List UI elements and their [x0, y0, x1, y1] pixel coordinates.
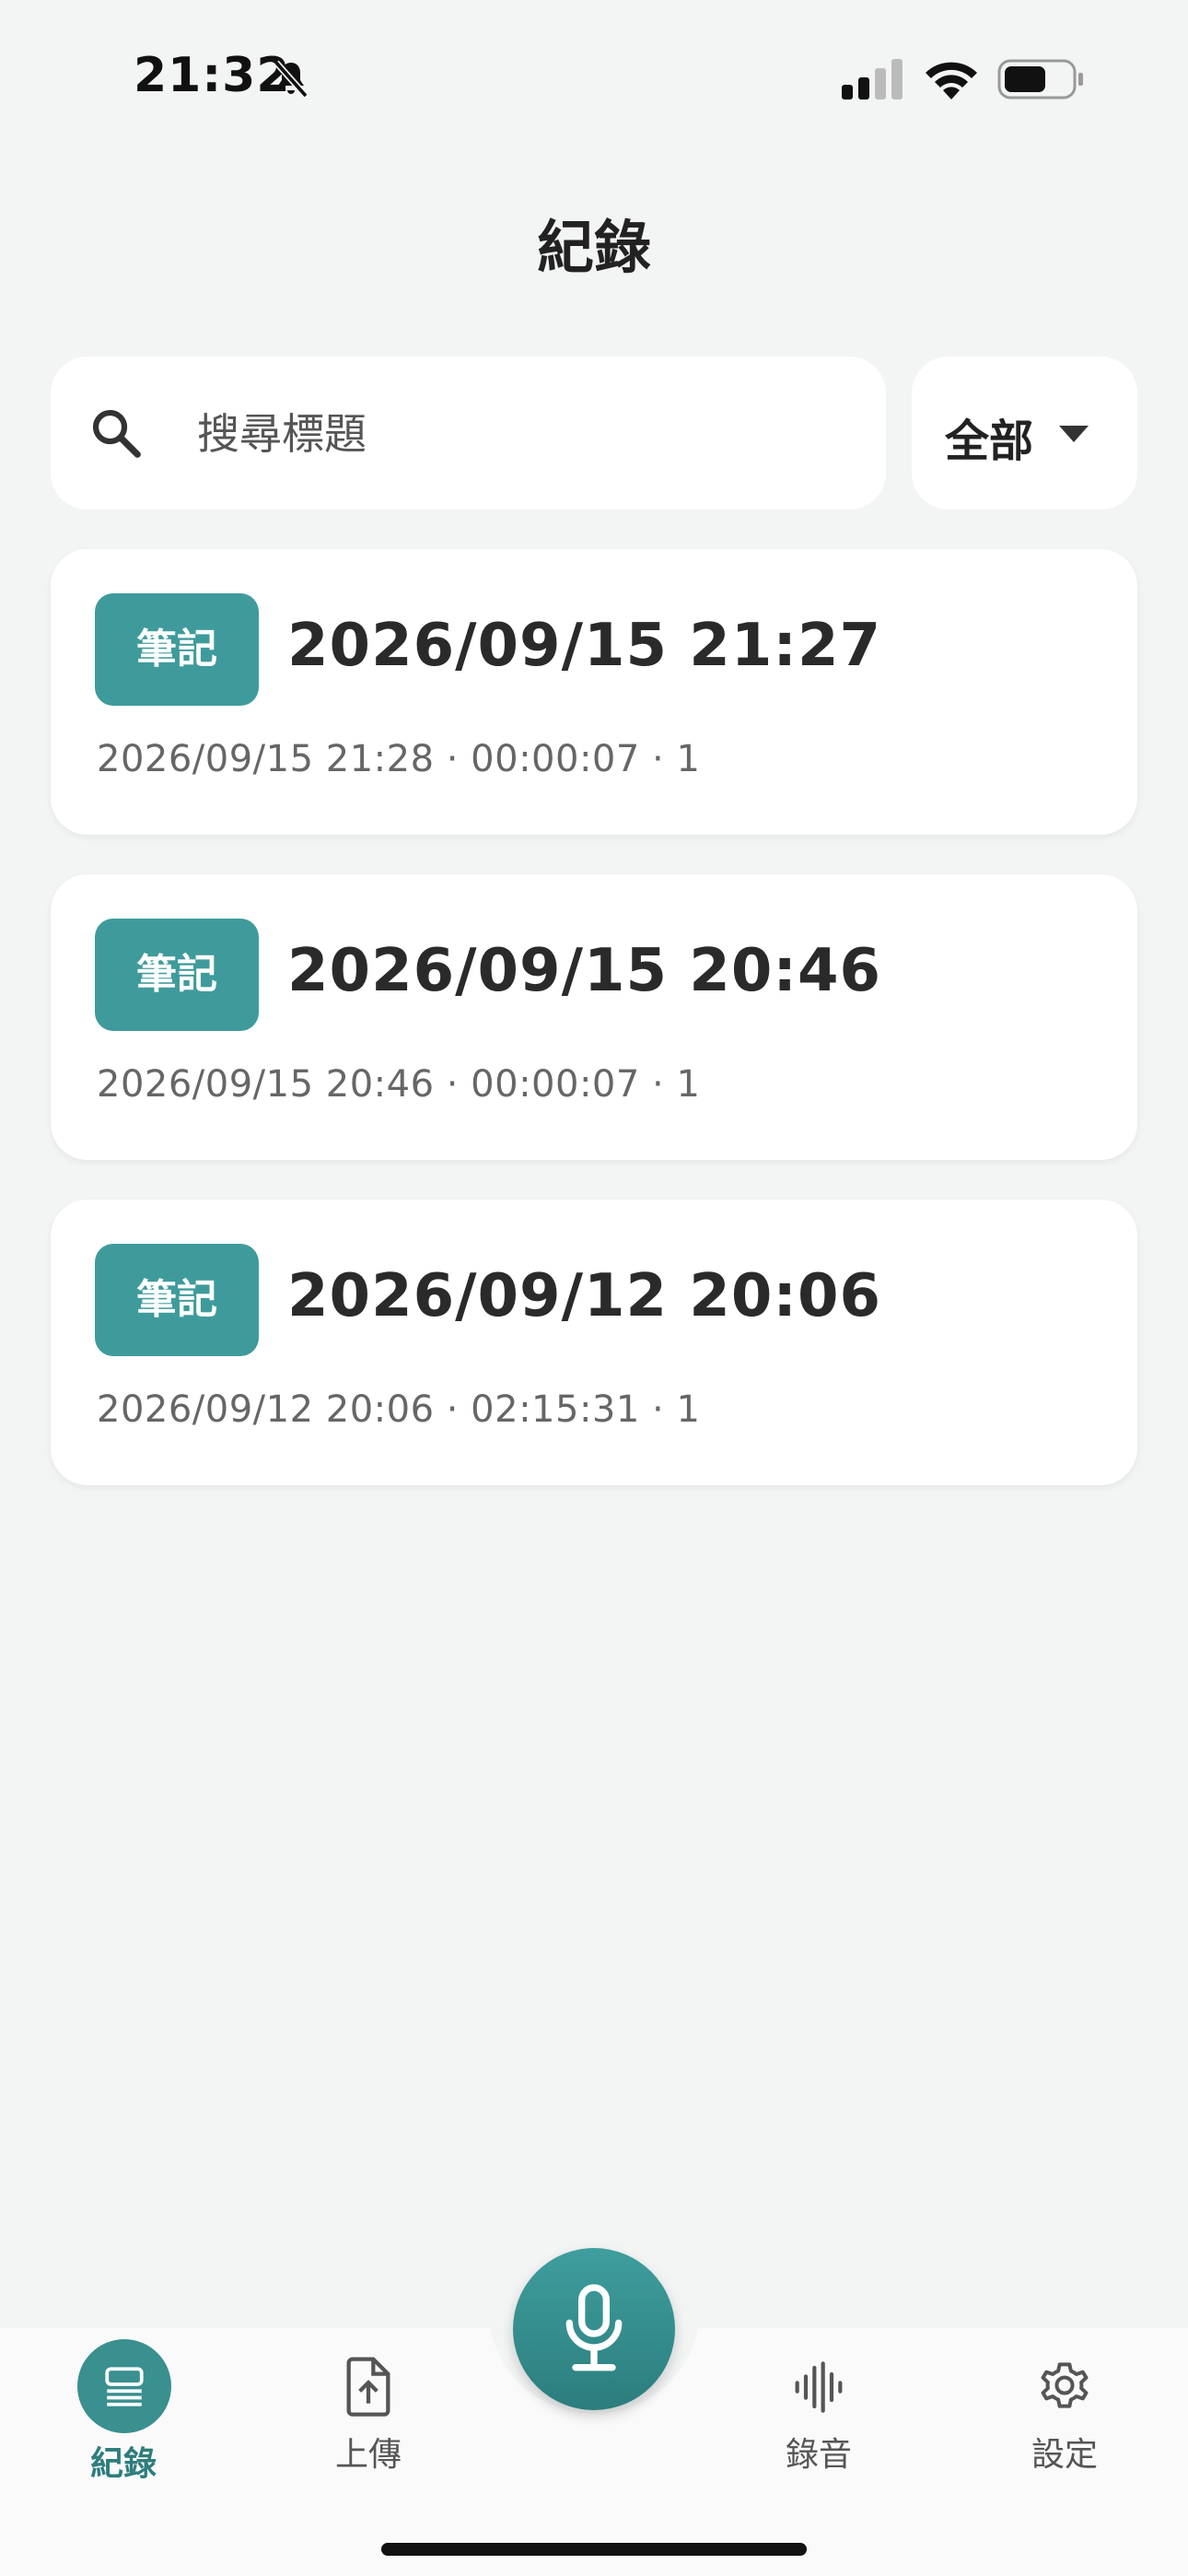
tab-records-label: 紀錄 [89, 2445, 157, 2483]
record-card[interactable]: 筆記 2026/09/15 20:46 2026/09/15 20:46 · 0… [51, 874, 1137, 1160]
caret-down-icon [1059, 426, 1089, 442]
status-bar: 21:32 [0, 0, 1188, 157]
record-title: 2026/09/15 21:27 [287, 612, 881, 680]
tab-recording-label: 錄音 [785, 2436, 852, 2474]
tab-upload[interactable]: 上傳 [276, 2328, 460, 2512]
waveform-icon [795, 2361, 843, 2413]
record-card[interactable]: 筆記 2026/09/15 21:27 2026/09/15 21:28 · 0… [51, 549, 1137, 835]
record-type-badge: 筆記 [95, 919, 259, 1031]
tab-settings[interactable]: 設定 [973, 2328, 1157, 2512]
record-title: 2026/09/12 20:06 [287, 1262, 881, 1330]
records-icon [105, 2367, 144, 2406]
microphone-icon [565, 2284, 623, 2371]
bell-off-icon [274, 60, 309, 99]
tab-recording[interactable]: 錄音 [727, 2328, 911, 2512]
signal-icon [842, 59, 903, 100]
search-input[interactable] [195, 393, 844, 474]
page-title: 紀錄 [536, 214, 651, 281]
tab-settings-label: 設定 [1031, 2436, 1098, 2474]
record-meta: 2026/09/12 20:06 · 02:15:31 · 1 [97, 1388, 701, 1431]
upload-file-icon [346, 2357, 390, 2417]
battery-icon [997, 59, 1083, 100]
record-card[interactable]: 筆記 2026/09/12 20:06 2026/09/12 20:06 · 0… [51, 1200, 1137, 1485]
tab-upload-label: 上傳 [334, 2436, 402, 2474]
status-time: 21:32 [134, 48, 291, 103]
record-type-badge: 筆記 [95, 593, 259, 706]
search-box[interactable] [51, 357, 886, 509]
record-title: 2026/09/15 20:46 [287, 937, 881, 1005]
record-meta: 2026/09/15 20:46 · 00:00:07 · 1 [97, 1063, 701, 1106]
home-indicator [381, 2543, 807, 2556]
record-type-badge: 筆記 [95, 1244, 259, 1356]
gear-icon [1041, 2362, 1089, 2408]
tab-records[interactable]: 紀錄 [31, 2328, 215, 2512]
record-meta: 2026/09/15 21:28 · 00:00:07 · 1 [97, 738, 701, 780]
filter-dropdown[interactable]: 全部 [912, 357, 1137, 509]
record-button[interactable] [513, 2248, 675, 2410]
filter-selected-label: 全部 [945, 416, 1034, 467]
wifi-icon [926, 62, 977, 100]
search-icon [92, 409, 141, 458]
